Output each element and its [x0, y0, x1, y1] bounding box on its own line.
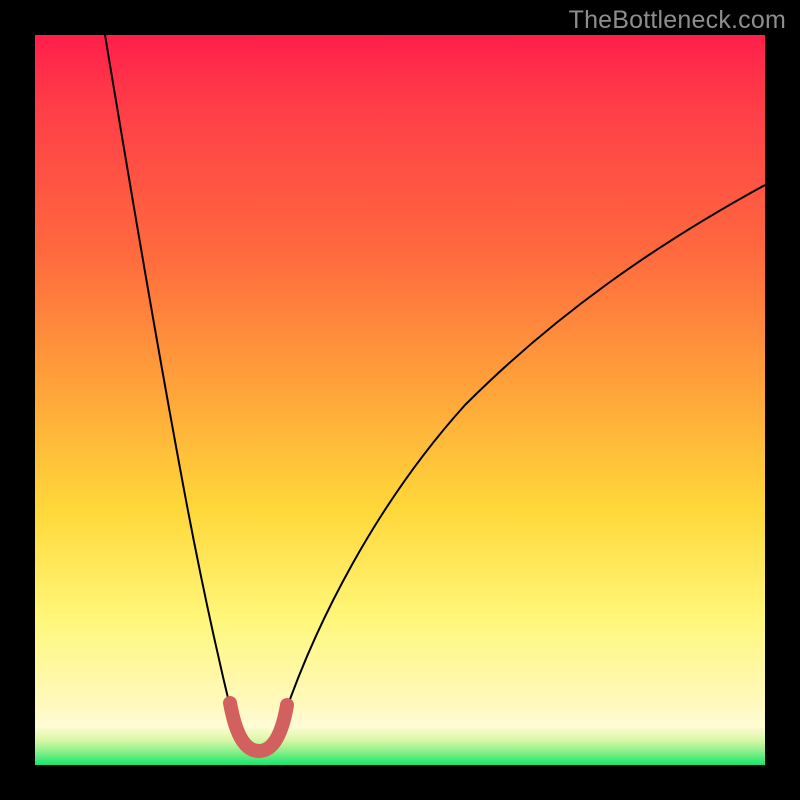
chart-frame: TheBottleneck.com — [0, 0, 800, 800]
plot-area — [35, 35, 765, 765]
curve-left-arm — [105, 35, 233, 719]
valley-highlight — [230, 703, 287, 751]
watermark-text: TheBottleneck.com — [569, 6, 786, 35]
curve-right-arm — [283, 185, 765, 719]
curve-layer — [35, 35, 765, 765]
